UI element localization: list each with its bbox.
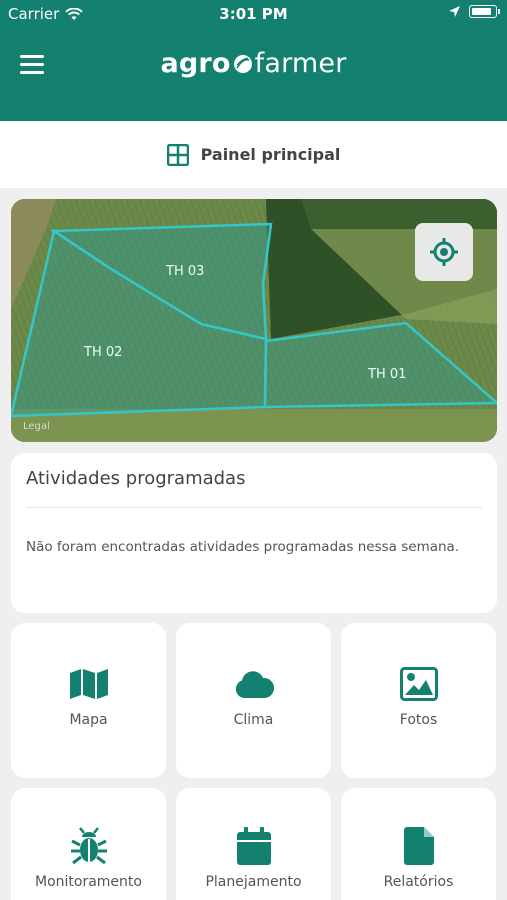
tile-fotos[interactable]: Fotos [341, 623, 496, 778]
logo-leaf-icon [233, 55, 252, 73]
app-header: Carrier 3:01 PM agro farmer [0, 0, 507, 121]
panel-title: Painel principal [200, 145, 341, 164]
document-icon [403, 827, 434, 865]
tile-label: Monitoramento [35, 874, 142, 890]
field-label[interactable]: TH 02 [84, 345, 122, 360]
tile-label: Mapa [69, 712, 108, 728]
field-label[interactable]: TH 01 [368, 367, 406, 382]
battery-icon [469, 5, 500, 18]
tile-label: Clima [233, 712, 274, 728]
divider [26, 507, 482, 508]
tile-monitoramento[interactable]: Monitoramento [11, 788, 166, 900]
map-icon [69, 669, 108, 699]
map-legal-link[interactable]: Legal [23, 421, 50, 432]
calendar-icon [236, 827, 271, 865]
tile-label: Planejamento [205, 874, 302, 890]
location-arrow-icon [449, 6, 460, 17]
cloud-icon [235, 671, 274, 698]
app-logo: agro farmer [0, 48, 507, 79]
tile-label: Relatórios [383, 874, 454, 890]
status-time: 3:01 PM [219, 5, 288, 23]
farm-map[interactable]: TH 03 TH 02 TH 01 Legal [11, 199, 497, 442]
logo-suffix: farmer [254, 48, 347, 79]
logo-prefix: agro [160, 48, 231, 79]
tile-label: Fotos [399, 712, 438, 728]
panel-header: Painel principal [0, 121, 507, 188]
scheduled-activities-card: Atividades programadas Não foram encontr… [11, 453, 497, 613]
locate-me-button[interactable] [415, 223, 473, 281]
activities-empty-message: Não foram encontradas atividades program… [26, 539, 460, 555]
crosshair-icon [430, 238, 458, 266]
status-bar: Carrier 3:01 PM [0, 0, 507, 30]
tile-mapa[interactable]: Mapa [11, 623, 166, 778]
tile-clima[interactable]: Clima [176, 623, 331, 778]
battery-level [472, 8, 491, 15]
image-icon [399, 667, 438, 701]
tile-planejamento[interactable]: Planejamento [176, 788, 331, 900]
field-label[interactable]: TH 03 [166, 264, 204, 279]
activities-title: Atividades programadas [26, 468, 246, 489]
bug-icon [70, 827, 107, 865]
tile-relatorios[interactable]: Relatórios [341, 788, 496, 900]
grid-icon [166, 143, 189, 166]
